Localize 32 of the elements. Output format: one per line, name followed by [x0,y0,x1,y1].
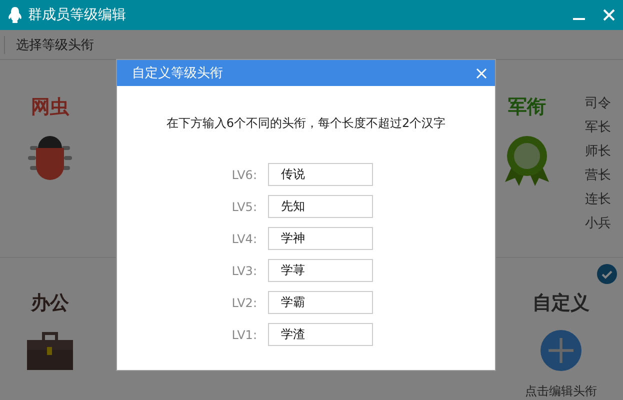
title-input[interactable]: 先知 [268,195,373,218]
penguin-icon [8,7,22,23]
rank-title: 司令 [585,95,611,113]
category-title[interactable]: 自定义 [532,290,590,316]
title-input[interactable]: 学荨 [268,259,373,282]
rank-title: 小兵 [585,215,611,233]
level-label: LV5: [230,200,257,214]
category-title[interactable]: 办公 [31,290,69,316]
instruction-text: 在下方输入6个不同的头衔，每个长度不超过2个汉字 [165,115,447,132]
title-input[interactable]: 学渣 [268,323,373,346]
rank-title: 军长 [585,119,611,137]
rank-title: 连长 [585,191,611,209]
level-label: LV2: [230,296,257,310]
level-label: LV3: [230,264,257,278]
level-label: LV1: [230,328,257,342]
dialog-title: 自定义等级头衔 [132,65,223,82]
close-icon[interactable] [603,9,615,21]
rank-title: 营长 [585,167,611,185]
title-input[interactable]: 学霸 [268,291,373,314]
edit-caption[interactable]: 点击编辑头衔 [525,383,597,400]
add-icon[interactable] [538,330,584,371]
title-input[interactable]: 传说 [268,163,373,186]
rank-title: 师长 [585,143,611,161]
window-title: 群成员等级编辑 [28,6,127,24]
bug-icon [28,134,72,180]
briefcase-icon [27,330,73,370]
title-input[interactable]: 学神 [268,227,373,250]
close-icon[interactable] [476,68,487,78]
medal-icon [503,134,551,186]
toolbar-label[interactable]: 选择等级头衔 [16,36,94,54]
level-label: LV6: [230,168,257,182]
level-label: LV4: [230,232,257,246]
